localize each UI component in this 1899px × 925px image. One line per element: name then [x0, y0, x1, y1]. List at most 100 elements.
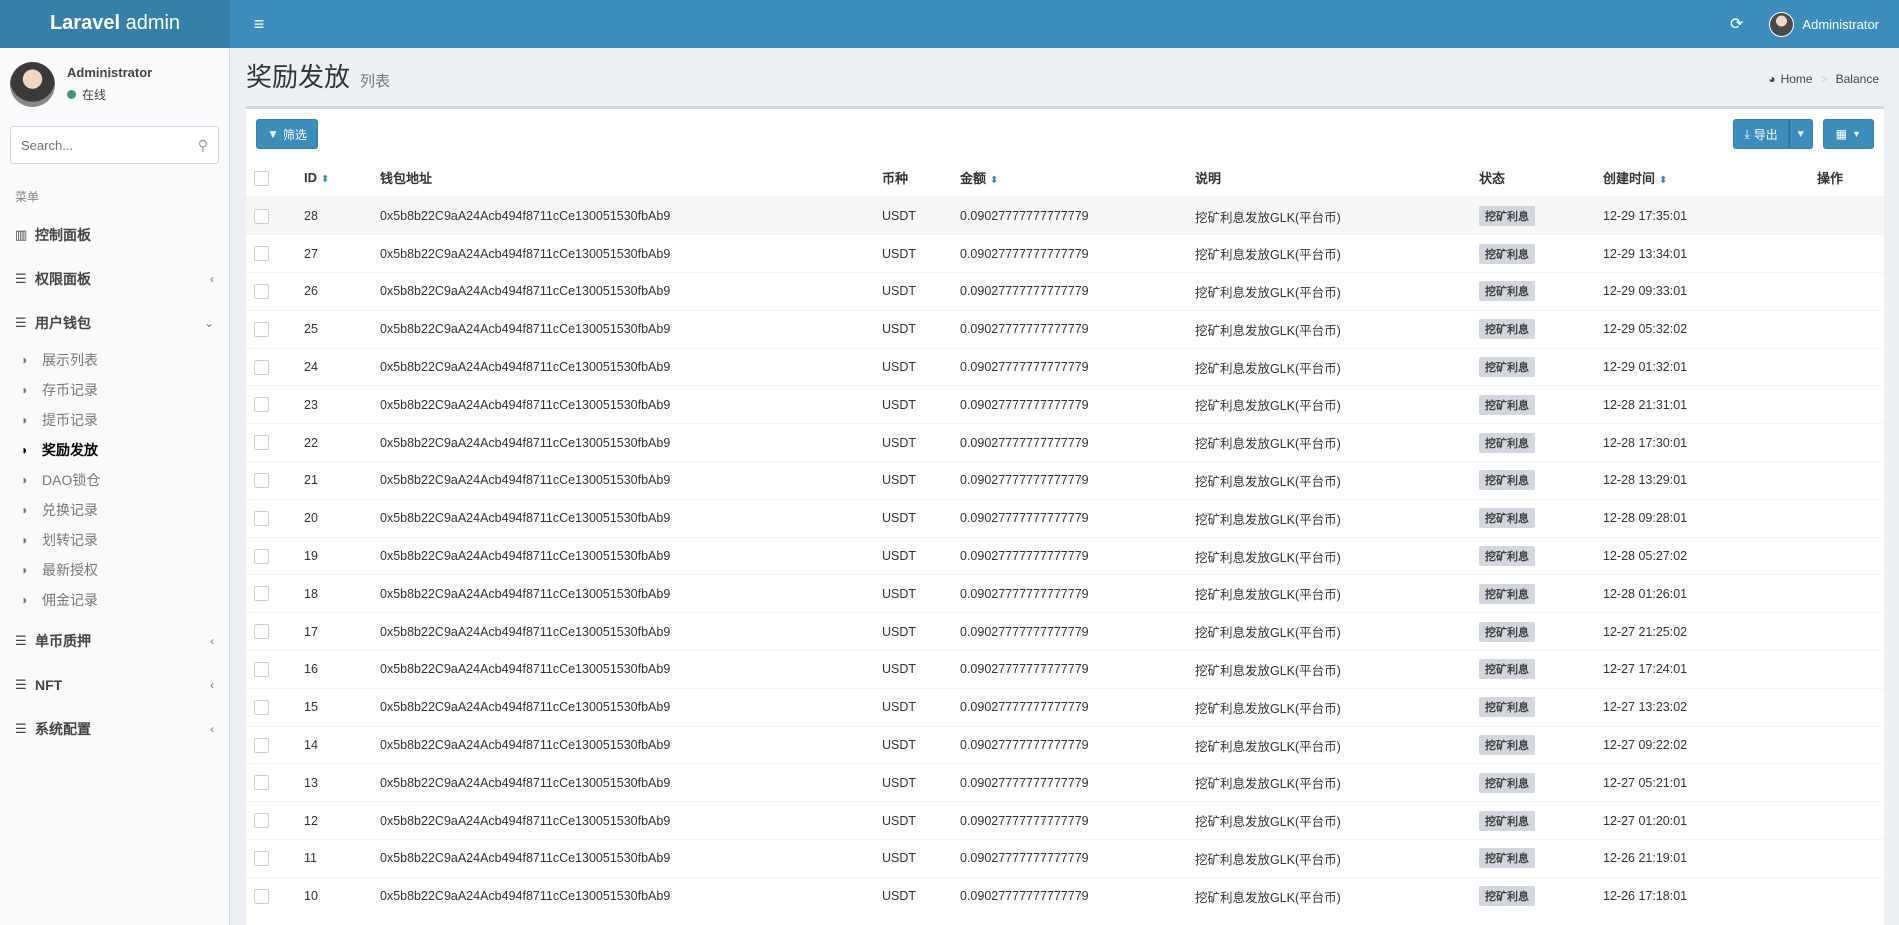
- row-checkbox[interactable]: [254, 246, 269, 262]
- sidebar-subitem-rewards[interactable]: ◑ 奖励发放: [0, 435, 229, 465]
- breadcrumb: ◕ Home > Balance: [1768, 72, 1879, 86]
- sidebar-user-name: Administrator: [67, 65, 153, 80]
- cell-id: 26: [304, 272, 380, 311]
- row-checkbox[interactable]: [254, 624, 269, 640]
- refresh-icon[interactable]: ⟳: [1730, 14, 1743, 34]
- row-checkbox[interactable]: [254, 548, 269, 564]
- sidebar-subitem-authorization[interactable]: ◑ 最新授权: [0, 555, 229, 585]
- row-checkbox[interactable]: [254, 889, 269, 905]
- row-checkbox[interactable]: [254, 435, 269, 451]
- cell-status: 挖矿利息: [1479, 347, 1603, 386]
- status-badge: 挖矿利息: [1479, 470, 1535, 491]
- cell-description: 挖矿利息发放GLK(平台币): [1195, 309, 1479, 349]
- row-checkbox[interactable]: [254, 586, 269, 602]
- search-input[interactable]: [21, 137, 198, 153]
- column-selector-button[interactable]: ▦ ▼: [1822, 119, 1874, 149]
- row-checkbox[interactable]: [254, 473, 269, 489]
- export-dropdown-button[interactable]: ▼: [1788, 119, 1813, 149]
- sidebar-item-permissions[interactable]: ☰ 权限面板 ‹: [0, 257, 229, 301]
- hamburger-icon[interactable]: ≡: [244, 14, 274, 35]
- table-row: 13 0x5b8b22C9aA24Acb494f8711cCe130051530f…: [246, 763, 1884, 802]
- col-address: 钱包地址: [380, 159, 882, 198]
- cell-address: 0x5b8b22C9aA24Acb494f8711cCe130051530fbA…: [380, 687, 882, 727]
- cell-coin: USDT: [882, 725, 960, 764]
- cell-actions: [1817, 612, 1884, 651]
- cell-created: 12-28 09:28:01: [1603, 498, 1817, 538]
- sidebar-subitem-display-list[interactable]: ◑ 展示列表: [0, 345, 229, 375]
- row-checkbox[interactable]: [254, 321, 269, 337]
- search-icon[interactable]: ⚲: [198, 137, 208, 154]
- row-checkbox[interactable]: [254, 510, 269, 526]
- row-checkbox[interactable]: [254, 208, 269, 224]
- cell-description: 挖矿利息发放GLK(平台币): [1195, 876, 1479, 916]
- cell-created: 12-26 17:18:01: [1603, 876, 1817, 916]
- cell-actions: [1817, 536, 1884, 575]
- sort-icon[interactable]: ⬍: [1659, 175, 1667, 186]
- table-body: 28 0x5b8b22C9aA24Acb494f8711cCe130051530f…: [246, 196, 1884, 916]
- cell-coin: USDT: [882, 763, 960, 802]
- caret-down-icon: ▼: [1795, 128, 1806, 140]
- cell-created: 12-29 17:35:01: [1603, 196, 1817, 235]
- sidebar-item-nft[interactable]: ☰ NFT ‹: [0, 663, 229, 707]
- user-status: 在线: [67, 86, 152, 103]
- row-checkbox[interactable]: [254, 737, 269, 753]
- cell-status: 挖矿利息: [1479, 725, 1603, 764]
- cell-description: 挖矿利息发放GLK(平台币): [1195, 763, 1479, 802]
- cell-actions: [1817, 196, 1884, 235]
- sidebar-item-system-config[interactable]: ☰ 系统配置 ‹: [0, 707, 229, 751]
- page-subtitle: 列表: [360, 73, 391, 90]
- cell-actions: [1817, 574, 1884, 613]
- cell-description: 挖矿利息发放GLK(平台币): [1195, 612, 1479, 651]
- download-icon: ⤓: [1744, 126, 1750, 141]
- cell-actions: [1817, 234, 1884, 273]
- sidebar-item-user-wallet[interactable]: ☰ 用户钱包 ⌄: [0, 301, 229, 345]
- row-checkbox[interactable]: [254, 699, 269, 715]
- cell-description: 挖矿利息发放GLK(平台币): [1195, 196, 1479, 235]
- row-checkbox[interactable]: [254, 397, 269, 413]
- cell-created: 12-27 17:24:01: [1603, 650, 1817, 689]
- row-checkbox[interactable]: [254, 359, 269, 375]
- table-row: 18 0x5b8b22C9aA24Acb494f8711cCe130051530f…: [246, 574, 1884, 613]
- cell-amount: 0.09027777777777779: [960, 612, 1195, 651]
- sidebar-subitem-deposits[interactable]: ◑ 存币记录: [0, 375, 229, 405]
- sort-icon[interactable]: ⬍: [990, 175, 998, 186]
- sidebar-subitem-withdrawals[interactable]: ◑ 提币记录: [0, 405, 229, 435]
- circle-half-icon: ◑: [20, 563, 28, 577]
- table-row: 27 0x5b8b22C9aA24Acb494f8711cCe130051530f…: [246, 234, 1884, 273]
- cell-coin: USDT: [882, 385, 960, 424]
- sidebar-subitem-dao-lock[interactable]: ◑ DAO锁仓: [0, 465, 229, 495]
- export-button[interactable]: ⤓ 导出: [1733, 119, 1789, 149]
- sidebar-subitem-exchange[interactable]: ◑ 兑换记录: [0, 495, 229, 525]
- cell-coin: USDT: [882, 612, 960, 651]
- breadcrumb-home[interactable]: Home: [1781, 72, 1813, 86]
- sort-icon[interactable]: ⬍: [321, 174, 329, 185]
- cell-description: 挖矿利息发放GLK(平台币): [1195, 687, 1479, 727]
- cell-id: 13: [304, 763, 380, 802]
- sidebar-subitem-commission[interactable]: ◑ 佣金记录: [0, 585, 229, 615]
- row-checkbox[interactable]: [254, 775, 269, 791]
- brand-logo[interactable]: Laravel admin: [0, 0, 230, 48]
- cell-amount: 0.09027777777777779: [960, 687, 1195, 727]
- sidebar: Administrator 在线 ⚲ 菜单 ▥ 控制面板 ☰ 权限面板 ‹ ☰ …: [0, 48, 230, 925]
- row-checkbox[interactable]: [254, 662, 269, 678]
- circle-half-icon: ◑: [20, 413, 28, 427]
- cell-address: 0x5b8b22C9aA24Acb494f8711cCe130051530fbA…: [380, 498, 882, 538]
- cell-id: 27: [304, 234, 380, 273]
- row-checkbox[interactable]: [254, 813, 269, 829]
- data-grid-box: ▼ 筛选 ⤓ 导出 ▼ ▦ ▼ ID ⬍ 钱包地址 币种 金额 ⬍ 说明 状态 …: [246, 106, 1884, 925]
- cell-address: 0x5b8b22C9aA24Acb494f8711cCe130051530fbA…: [380, 574, 882, 613]
- cell-actions: [1817, 687, 1884, 727]
- row-checkbox[interactable]: [254, 284, 269, 300]
- row-checkbox[interactable]: [254, 851, 269, 867]
- main-content: 奖励发放 列表 ◕ Home > Balance ▼ 筛选 ⤓ 导出 ▼ ▦ ▼…: [231, 48, 1899, 925]
- select-all-checkbox[interactable]: [254, 170, 269, 186]
- circle-half-icon: ◑: [20, 503, 28, 517]
- sidebar-subitem-transfer[interactable]: ◑ 划转记录: [0, 525, 229, 555]
- tasks-icon: ☰: [15, 271, 27, 286]
- user-menu[interactable]: Administrator: [1769, 11, 1879, 37]
- cell-status: 挖矿利息: [1479, 839, 1603, 878]
- sidebar-item-dashboard[interactable]: ▥ 控制面板: [0, 213, 229, 257]
- filter-button[interactable]: ▼ 筛选: [256, 119, 318, 149]
- list-icon: ☰: [15, 633, 27, 648]
- sidebar-item-staking[interactable]: ☰ 单币质押 ‹: [0, 619, 229, 663]
